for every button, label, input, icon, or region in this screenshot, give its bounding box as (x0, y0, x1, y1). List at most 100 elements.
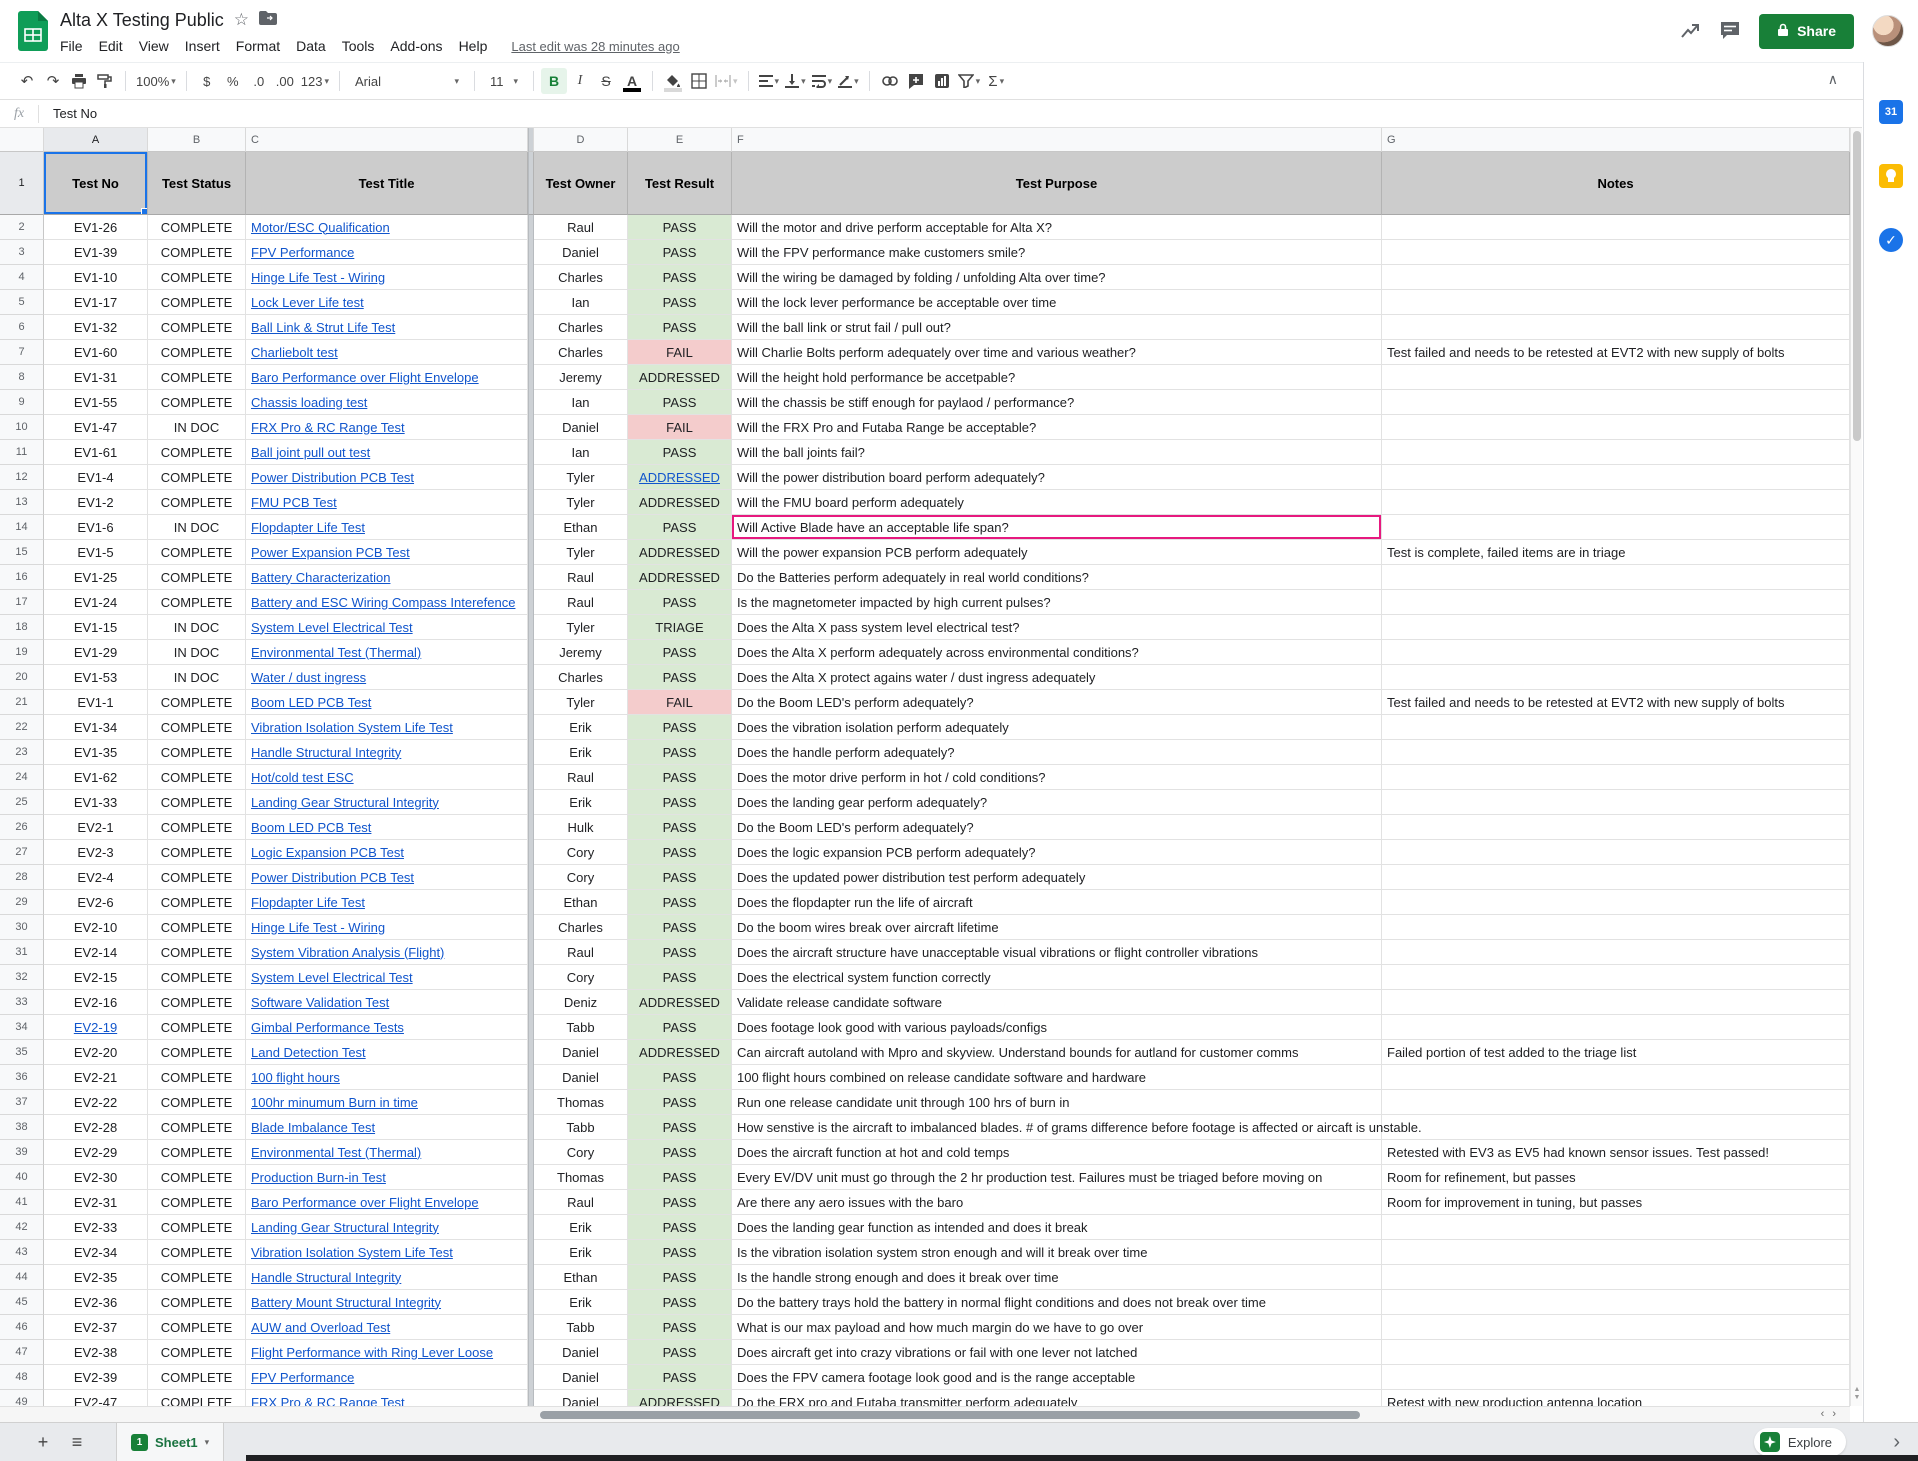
cell-test-title[interactable]: Flight Performance with Ring Lever Loose (246, 1340, 528, 1365)
cell-test-status[interactable]: COMPLETE (148, 1015, 246, 1040)
cell-test-result[interactable]: FAIL (628, 415, 732, 440)
cell-test-no[interactable]: EV1-4 (44, 465, 148, 490)
cell-test-owner[interactable]: Tyler (534, 540, 628, 565)
cell-test-owner[interactable]: Daniel (534, 1065, 628, 1090)
column-header-f[interactable]: F (732, 128, 1382, 152)
cell-notes[interactable] (1382, 1365, 1850, 1390)
insights-icon[interactable] (1679, 20, 1701, 42)
cell-test-status[interactable]: IN DOC (148, 615, 246, 640)
test-title-link[interactable]: Production Burn-in Test (251, 1170, 386, 1185)
cell-test-result[interactable]: PASS (628, 890, 732, 915)
select-all-corner[interactable] (0, 128, 44, 152)
cell-test-purpose[interactable]: Will the ball joints fail? (732, 440, 1382, 465)
row-number[interactable]: 28 (0, 865, 44, 890)
test-title-link[interactable]: Landing Gear Structural Integrity (251, 795, 439, 810)
paint-format-button[interactable] (92, 68, 118, 94)
cell-test-purpose[interactable]: Does the landing gear function as intend… (732, 1215, 1382, 1240)
cell-test-title[interactable]: Vibration Isolation System Life Test (246, 1240, 528, 1265)
cell-test-purpose[interactable]: Do the boom wires break over aircraft li… (732, 915, 1382, 940)
cell-test-owner[interactable]: Tyler (534, 615, 628, 640)
cell-test-result[interactable]: FAIL (628, 690, 732, 715)
format-currency-button[interactable]: $ (194, 68, 220, 94)
add-sheet-button[interactable]: + (26, 1432, 60, 1453)
cell-test-result[interactable]: PASS (628, 865, 732, 890)
cell-test-purpose[interactable]: What is our max payload and how much mar… (732, 1315, 1382, 1340)
row-number[interactable]: 8 (0, 365, 44, 390)
cell-test-no[interactable]: EV1-5 (44, 540, 148, 565)
test-title-link[interactable]: Logic Expansion PCB Test (251, 845, 404, 860)
row-number[interactable]: 48 (0, 1365, 44, 1390)
cell-notes[interactable] (1382, 290, 1850, 315)
cell-test-no[interactable]: EV2-15 (44, 965, 148, 990)
more-formats-button[interactable]: 123▾ (298, 68, 332, 94)
cell-test-status[interactable]: COMPLETE (148, 715, 246, 740)
cell-notes[interactable] (1382, 465, 1850, 490)
cell-test-no[interactable]: EV1-2 (44, 490, 148, 515)
cell-notes[interactable] (1382, 440, 1850, 465)
test-title-link[interactable]: Battery Mount Structural Integrity (251, 1295, 441, 1310)
cell-test-owner[interactable]: Daniel (534, 1340, 628, 1365)
cell-test-no[interactable]: EV2-3 (44, 840, 148, 865)
row-number[interactable]: 12 (0, 465, 44, 490)
cell-test-no[interactable]: EV1-25 (44, 565, 148, 590)
cell-test-title[interactable]: Baro Performance over Flight Envelope (246, 365, 528, 390)
cell-test-owner[interactable]: Ethan (534, 890, 628, 915)
test-title-link[interactable]: Vibration Isolation System Life Test (251, 1245, 453, 1260)
row-number[interactable]: 27 (0, 840, 44, 865)
font-size-select[interactable]: 11▾ (482, 68, 526, 94)
test-title-link[interactable]: Software Validation Test (251, 995, 389, 1010)
cell-test-owner[interactable]: Thomas (534, 1165, 628, 1190)
test-title-link[interactable]: Handle Structural Integrity (251, 745, 401, 760)
row-number[interactable]: 19 (0, 640, 44, 665)
cell-test-result[interactable]: PASS (628, 1115, 732, 1140)
cell-test-purpose[interactable]: Does the flopdapter run the life of airc… (732, 890, 1382, 915)
cell-test-result[interactable]: PASS (628, 1090, 732, 1115)
test-title-link[interactable]: AUW and Overload Test (251, 1320, 390, 1335)
test-title-link[interactable]: FMU PCB Test (251, 495, 337, 510)
cell-test-result[interactable]: PASS (628, 1140, 732, 1165)
cell-test-result[interactable]: PASS (628, 840, 732, 865)
row-number[interactable]: 29 (0, 890, 44, 915)
cell-test-result[interactable]: PASS (628, 1165, 732, 1190)
undo-button[interactable]: ↶ (14, 68, 40, 94)
cell-test-title[interactable]: Gimbal Performance Tests (246, 1015, 528, 1040)
row-number[interactable]: 9 (0, 390, 44, 415)
test-title-link[interactable]: Blade Imbalance Test (251, 1120, 375, 1135)
cell-test-owner[interactable]: Cory (534, 965, 628, 990)
cell-test-no[interactable]: EV1-60 (44, 340, 148, 365)
menu-file[interactable]: File (52, 36, 91, 56)
avatar[interactable] (1872, 15, 1904, 47)
cell-test-result[interactable]: PASS (628, 940, 732, 965)
cell-test-title[interactable]: Battery Mount Structural Integrity (246, 1290, 528, 1315)
cell-test-purpose[interactable]: Does the handle perform adequately? (732, 740, 1382, 765)
column-header-g[interactable]: G (1382, 128, 1850, 152)
test-title-link[interactable]: Charliebolt test (251, 345, 338, 360)
row-number[interactable]: 2 (0, 215, 44, 240)
cell-notes[interactable]: Test failed and needs to be retested at … (1382, 690, 1850, 715)
row-number[interactable]: 46 (0, 1315, 44, 1340)
menu-tools[interactable]: Tools (334, 36, 383, 56)
test-title-link[interactable]: Gimbal Performance Tests (251, 1020, 404, 1035)
cell-test-purpose[interactable]: Do the Batteries perform adequately in r… (732, 565, 1382, 590)
cell-test-title[interactable]: FRX Pro & RC Range Test (246, 1390, 528, 1406)
cell-notes[interactable] (1382, 615, 1850, 640)
cell-test-result[interactable]: PASS (628, 1215, 732, 1240)
row-number[interactable]: 24 (0, 765, 44, 790)
cell-test-purpose[interactable]: Is the vibration isolation system stron … (732, 1240, 1382, 1265)
cell-notes[interactable] (1382, 665, 1850, 690)
format-percent-button[interactable]: % (220, 68, 246, 94)
cell-test-owner[interactable]: Raul (534, 940, 628, 965)
cell-test-title[interactable]: Vibration Isolation System Life Test (246, 715, 528, 740)
cell-notes[interactable] (1382, 265, 1850, 290)
cell-test-result[interactable]: ADDRESSED (628, 1040, 732, 1065)
test-title-link[interactable]: System Level Electrical Test (251, 620, 413, 635)
test-title-link[interactable]: FPV Performance (251, 1370, 354, 1385)
cell-test-status[interactable]: COMPLETE (148, 765, 246, 790)
cell-test-status[interactable]: IN DOC (148, 665, 246, 690)
cell-test-status[interactable]: COMPLETE (148, 1190, 246, 1215)
cell-notes[interactable]: Failed portion of test added to the tria… (1382, 1040, 1850, 1065)
cell-notes[interactable] (1382, 1315, 1850, 1340)
cell-test-status[interactable]: COMPLETE (148, 1065, 246, 1090)
cell-test-result[interactable]: ADDRESSED (628, 365, 732, 390)
cell-test-owner[interactable]: Tabb (534, 1315, 628, 1340)
